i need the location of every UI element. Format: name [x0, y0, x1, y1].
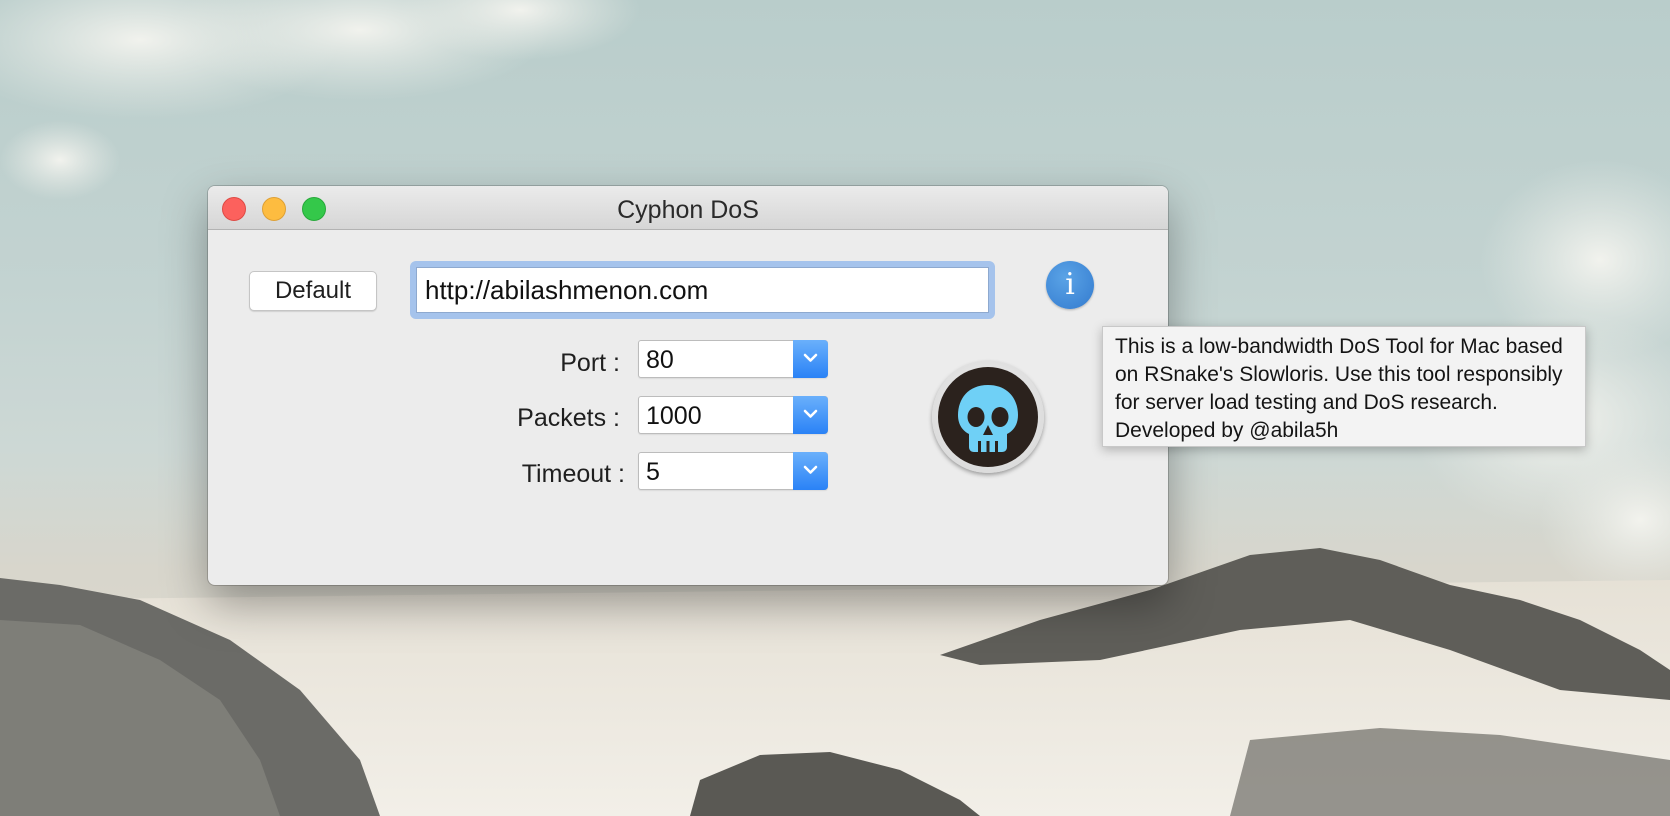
- default-button[interactable]: Default: [249, 271, 377, 311]
- port-combobox[interactable]: 80: [638, 340, 828, 378]
- port-dropdown-button[interactable]: [793, 340, 828, 378]
- info-tooltip: This is a low-bandwidth DoS Tool for Mac…: [1102, 326, 1586, 447]
- start-attack-button[interactable]: [932, 361, 1044, 473]
- packets-label: Packets :: [517, 404, 620, 432]
- chevron-down-icon: [803, 353, 818, 362]
- desktop: Cyphon DoS Default i Port : 80 Packets :…: [0, 0, 1670, 816]
- titlebar: Cyphon DoS: [208, 186, 1168, 230]
- packets-dropdown-button[interactable]: [793, 396, 828, 434]
- chevron-down-icon: [803, 409, 818, 418]
- port-value[interactable]: 80: [646, 346, 674, 375]
- app-window: Cyphon DoS Default i Port : 80 Packets :…: [208, 186, 1168, 585]
- skull-icon: [938, 367, 1038, 467]
- window-title: Cyphon DoS: [617, 196, 759, 224]
- info-icon[interactable]: i: [1046, 261, 1094, 309]
- port-label: Port :: [560, 349, 620, 377]
- timeout-value[interactable]: 5: [646, 458, 660, 487]
- url-field-focus-ring: [410, 261, 995, 319]
- packets-value[interactable]: 1000: [646, 402, 702, 431]
- packets-combobox[interactable]: 1000: [638, 396, 828, 434]
- url-input[interactable]: [416, 267, 989, 313]
- timeout-combobox[interactable]: 5: [638, 452, 828, 490]
- timeout-dropdown-button[interactable]: [793, 452, 828, 490]
- chevron-down-icon: [803, 465, 818, 474]
- timeout-label: Timeout :: [521, 460, 625, 488]
